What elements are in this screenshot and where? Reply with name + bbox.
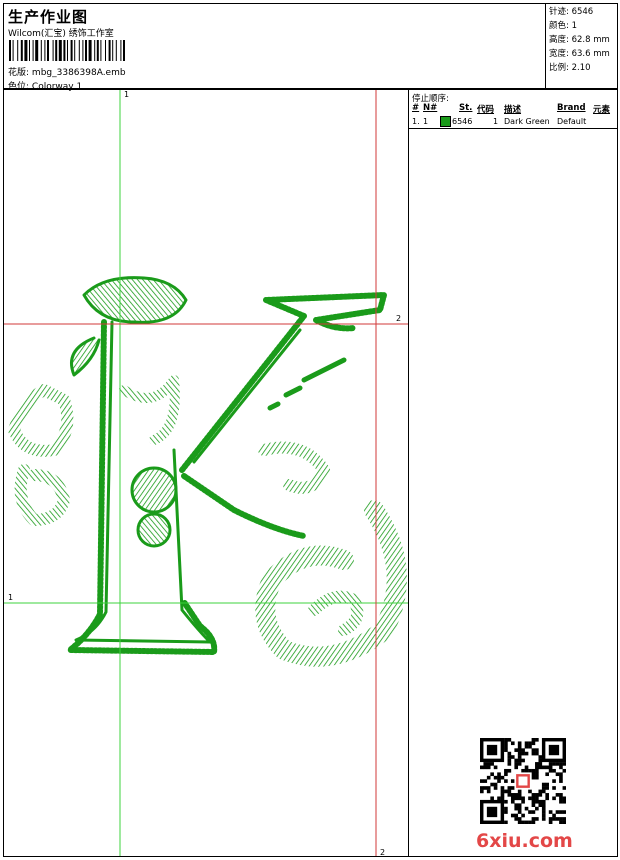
letter-k-motif <box>8 276 407 667</box>
row-needle: 1 <box>423 117 429 126</box>
stat-width-label: 宽度: <box>549 49 569 59</box>
stat-colors: 颜色: 1 <box>549 19 577 31</box>
row-code: 1 <box>493 117 499 126</box>
green-horizontal-guide-label: 1 <box>8 593 14 602</box>
stat-colors-label: 颜色: <box>549 21 569 31</box>
stat-height-value: 62.8 mm <box>571 35 610 45</box>
stat-scale: 比例: 2.10 <box>549 61 591 73</box>
stat-stitches-value: 6546 <box>571 7 594 17</box>
col-stitches: St. <box>459 103 473 113</box>
design-label: 花版: <box>8 68 30 78</box>
row-stitches: 6546 <box>452 117 473 126</box>
production-worksheet: 生产作业图 Wilcom(汇宝) 绣饰工作室 花版: mbg_3386398A.… <box>0 0 620 860</box>
stat-stitches-label: 针迹: <box>549 7 569 17</box>
header-info: 生产作业图 Wilcom(汇宝) 绣饰工作室 花版: mbg_3386398A.… <box>3 3 545 92</box>
design-line: 花版: mbg_3386398A.emb <box>8 65 126 78</box>
design-preview: 1 1 2 2 <box>3 89 409 857</box>
row-brand: Default <box>557 117 587 126</box>
embroidery-preview <box>4 90 408 856</box>
stat-height-label: 高度: <box>549 35 569 45</box>
col-needle: N# <box>423 103 438 113</box>
red-horizontal-guide-label: 2 <box>396 314 402 323</box>
stat-stitches: 针迹: 6546 <box>549 5 593 17</box>
thread-color-swatch <box>440 116 451 127</box>
row-description: Dark Green <box>504 117 550 126</box>
sheet-title: 生产作业图 <box>8 8 89 26</box>
site-watermark: 6xiu.com <box>476 830 573 852</box>
col-brand: Brand <box>557 103 586 113</box>
qr-code <box>480 738 566 824</box>
stat-height: 高度: 62.8 mm <box>549 33 610 45</box>
barcode <box>9 40 125 61</box>
stat-width-value: 63.6 mm <box>571 49 610 59</box>
stat-colors-value: 1 <box>571 21 577 31</box>
col-code: 代码 <box>477 105 495 115</box>
green-vertical-guide-label: 1 <box>124 90 130 99</box>
design-stats: 针迹: 6546 颜色: 1 高度: 62.8 mm 宽度: 63.6 mm 比… <box>545 3 619 89</box>
stat-scale-label: 比例: <box>549 63 569 73</box>
col-element: 元素 <box>593 105 611 115</box>
row-divider <box>409 128 617 129</box>
stat-scale-value: 2.10 <box>571 63 591 73</box>
row-index: 1. <box>412 117 420 126</box>
stat-width: 宽度: 63.6 mm <box>549 47 610 59</box>
col-index: # <box>412 103 420 113</box>
col-description: 描述 <box>504 105 522 115</box>
company-name: Wilcom(汇宝) 绣饰工作室 <box>8 29 114 39</box>
design-file: mbg_3386398A.emb <box>31 68 126 78</box>
red-vertical-guide-label: 2 <box>380 848 386 857</box>
